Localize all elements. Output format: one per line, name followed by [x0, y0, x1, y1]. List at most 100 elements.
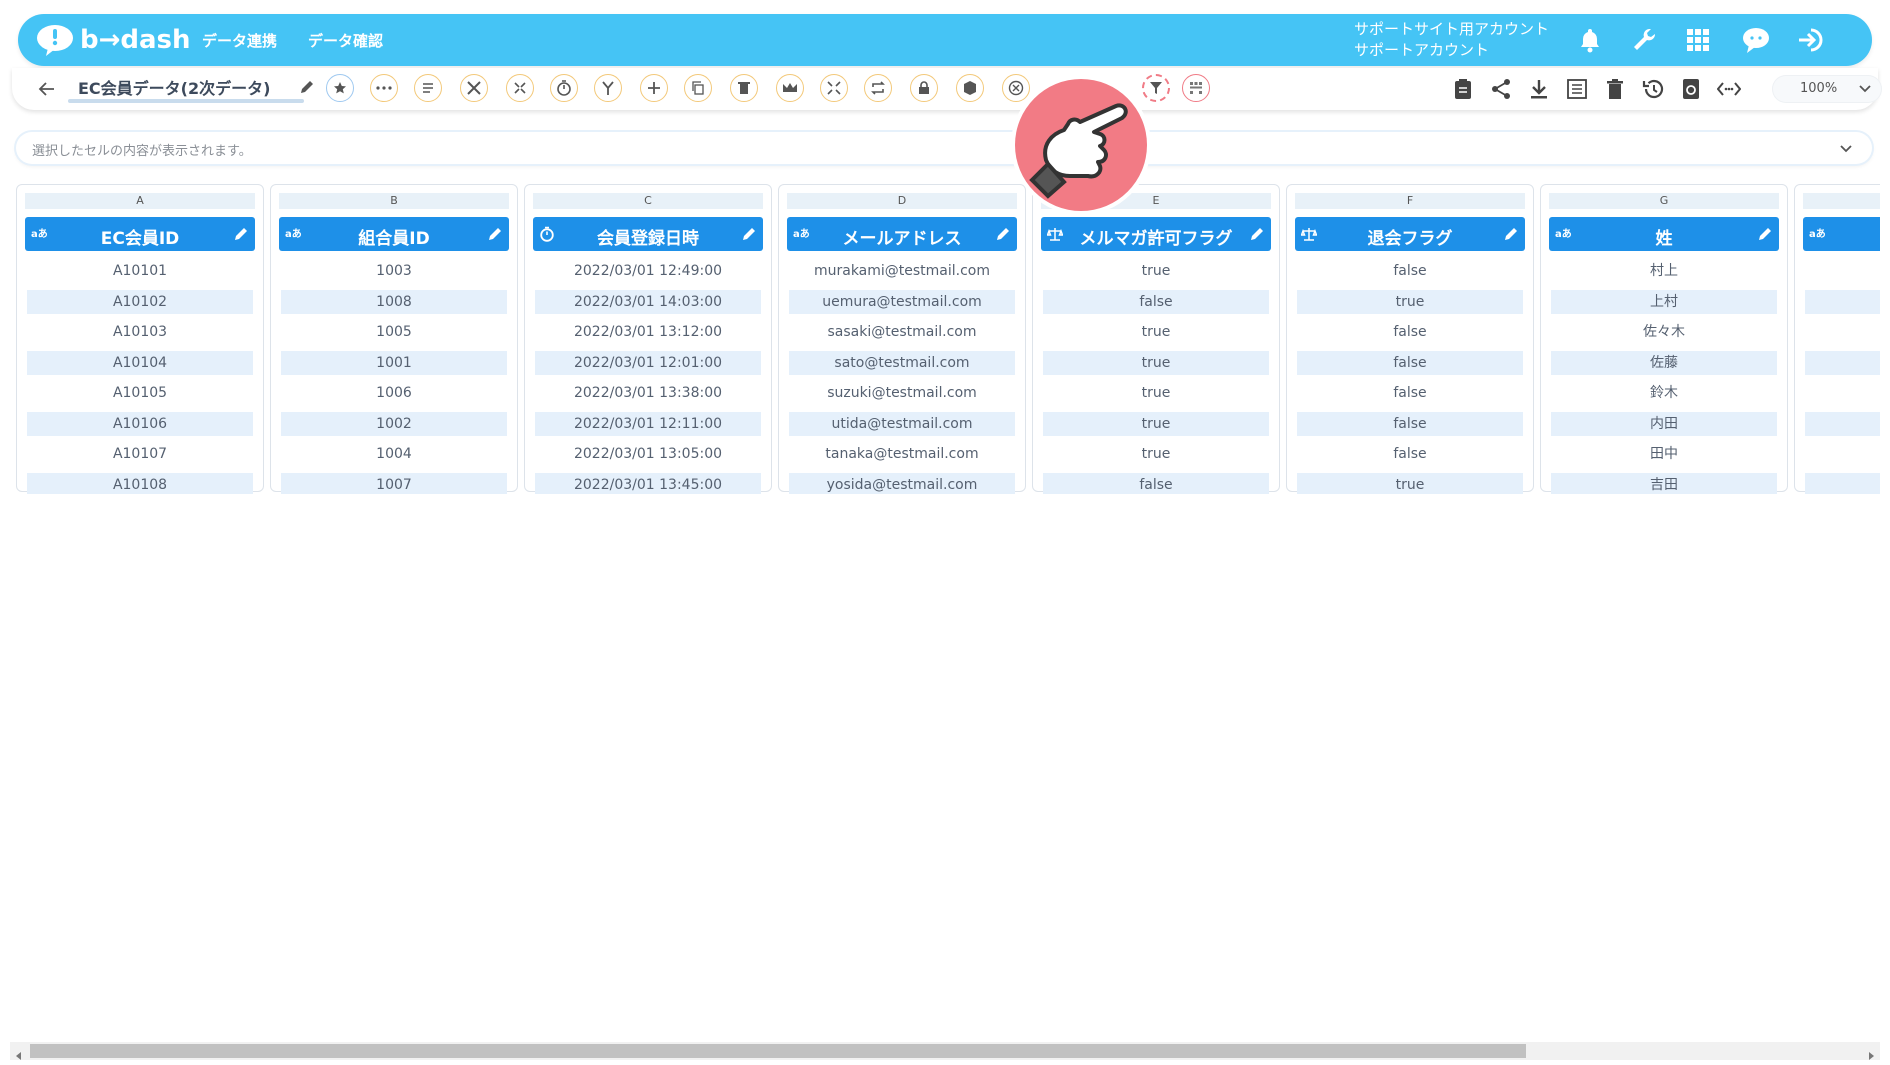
table-cell[interactable]: false	[1297, 411, 1523, 436]
more-dots-icon[interactable]	[370, 74, 398, 102]
bdash-logo[interactable]: b→dash	[36, 22, 191, 58]
code-embed-icon[interactable]	[1716, 76, 1742, 102]
table-cell[interactable]: utida@testmail.com	[789, 411, 1015, 436]
horizontal-scrollbar[interactable]	[10, 1042, 1880, 1060]
data-title[interactable]: EC会員データ(2次データ)	[78, 75, 270, 99]
table-cell[interactable]: 1005	[281, 320, 507, 344]
edit-pencil-icon[interactable]	[1757, 226, 1773, 242]
table-cell[interactable]: true	[1043, 320, 1269, 344]
scroll-right-arrow-icon[interactable]	[1866, 1046, 1876, 1060]
timer-icon[interactable]	[550, 74, 578, 102]
zoom-select[interactable]: 100%	[1772, 75, 1882, 103]
nav-data-check[interactable]: データ確認	[308, 30, 383, 51]
nav-data-link[interactable]: データ連携	[202, 30, 277, 51]
expand-icon[interactable]	[820, 74, 848, 102]
edit-pencil-icon[interactable]	[995, 226, 1011, 242]
table-cell[interactable]: 2022/03/01 12:01:00	[535, 350, 761, 375]
table-cell[interactable]	[1805, 350, 1880, 375]
table-cell[interactable]: yosida@testmail.com	[789, 472, 1015, 494]
column-header[interactable]: 会員登録日時	[533, 217, 763, 251]
edit-pencil-icon[interactable]	[1249, 226, 1265, 242]
table-cell[interactable]: 2022/03/01 13:12:00	[535, 320, 761, 344]
clipboard-icon[interactable]	[1450, 76, 1476, 102]
share-icon[interactable]	[1488, 76, 1514, 102]
column-letter[interactable]	[1803, 193, 1880, 209]
table-cell[interactable]: false	[1043, 289, 1269, 314]
column-letter[interactable]: F	[1295, 193, 1525, 209]
column-header[interactable]: 退会フラグ	[1295, 217, 1525, 251]
table-cell[interactable]: A10103	[27, 320, 253, 344]
table-cell[interactable]: false	[1297, 381, 1523, 405]
table-cell[interactable]: A10101	[27, 259, 253, 283]
table-cell[interactable]	[1805, 472, 1880, 494]
bell-icon[interactable]	[1574, 24, 1606, 56]
scrollbar-thumb[interactable]	[30, 1044, 1526, 1058]
add-plus-icon[interactable]	[640, 74, 668, 102]
refresh-doc-icon[interactable]	[1678, 76, 1704, 102]
table-cell[interactable]: 内田	[1551, 411, 1777, 436]
list-view-icon[interactable]	[1564, 76, 1590, 102]
table-cell[interactable]: true	[1043, 442, 1269, 466]
table-cell[interactable]: 2022/03/01 13:05:00	[535, 442, 761, 466]
table-cell[interactable]: false	[1043, 472, 1269, 494]
table-cell[interactable]: true	[1043, 411, 1269, 436]
table-cell[interactable]: A10104	[27, 350, 253, 375]
table-cell[interactable]	[1805, 411, 1880, 436]
trash-icon[interactable]	[730, 74, 758, 102]
scroll-left-arrow-icon[interactable]	[14, 1046, 24, 1060]
table-cell[interactable]: uemura@testmail.com	[789, 289, 1015, 314]
table-cell[interactable]: suzuki@testmail.com	[789, 381, 1015, 405]
table-cell[interactable]: 2022/03/01 13:38:00	[535, 381, 761, 405]
download-icon[interactable]	[1526, 76, 1552, 102]
column-header[interactable]: aあ	[1803, 217, 1880, 251]
table-cell[interactable]: 鈴木	[1551, 381, 1777, 405]
table-cell[interactable]: 田中	[1551, 442, 1777, 466]
table-cell[interactable]: true	[1297, 472, 1523, 494]
account-info[interactable]: サポートサイト用アカウント サポートアカウント	[1354, 19, 1549, 61]
table-cell[interactable]: true	[1043, 381, 1269, 405]
apps-grid-icon[interactable]	[1682, 24, 1714, 56]
column-letter[interactable]: A	[25, 193, 255, 209]
table-cell[interactable]: 村上	[1551, 259, 1777, 283]
table-cell[interactable]	[1805, 289, 1880, 314]
column-letter[interactable]: D	[787, 193, 1017, 209]
table-cell[interactable]: 2022/03/01 12:49:00	[535, 259, 761, 283]
table-cell[interactable]: true	[1297, 289, 1523, 314]
table-cell[interactable]: A10108	[27, 472, 253, 494]
lock-export-icon[interactable]	[910, 74, 938, 102]
split-merge-icon[interactable]	[506, 74, 534, 102]
box-package-icon[interactable]	[956, 74, 984, 102]
column-header[interactable]: aあ姓	[1549, 217, 1779, 251]
branch-merge-icon[interactable]	[594, 74, 622, 102]
column-header[interactable]: aあ EC会員ID	[25, 217, 255, 251]
table-cell[interactable]: A10105	[27, 381, 253, 405]
table-cell[interactable]: sato@testmail.com	[789, 350, 1015, 375]
delete-trash-icon[interactable]	[1602, 76, 1628, 102]
table-cell[interactable]: murakami@testmail.com	[789, 259, 1015, 283]
edit-pencil-icon[interactable]	[233, 226, 249, 242]
tools-cross-icon[interactable]	[460, 74, 488, 102]
table-cell[interactable]: A10102	[27, 289, 253, 314]
cell-content-bar[interactable]: 選択したセルの内容が表示されます。	[16, 132, 1872, 164]
back-arrow-icon[interactable]	[36, 78, 58, 100]
edit-title-pencil-icon[interactable]	[298, 78, 318, 98]
column-header[interactable]: メルマガ許可フラグ	[1041, 217, 1271, 251]
table-cell[interactable]: 2022/03/01 14:03:00	[535, 289, 761, 314]
table-cell[interactable]: A10106	[27, 411, 253, 436]
table-cell[interactable]: 佐藤	[1551, 350, 1777, 375]
chat-support-icon[interactable]	[1740, 24, 1772, 56]
column-letter[interactable]: B	[279, 193, 509, 209]
text-lines-icon[interactable]	[414, 74, 442, 102]
table-cell[interactable]: 1007	[281, 472, 507, 494]
copy-icon[interactable]	[684, 74, 712, 102]
edit-pencil-icon[interactable]	[741, 226, 757, 242]
table-cell[interactable]: 2022/03/01 12:11:00	[535, 411, 761, 436]
table-cell[interactable]: 1006	[281, 381, 507, 405]
chevron-down-icon[interactable]	[1838, 141, 1854, 157]
edit-pencil-icon[interactable]	[487, 226, 503, 242]
history-icon[interactable]	[1640, 76, 1666, 102]
favorite-star-icon[interactable]	[326, 74, 354, 102]
table-cell[interactable]: 上村	[1551, 289, 1777, 314]
table-cell[interactable]: 1003	[281, 259, 507, 283]
table-cell[interactable]: 1002	[281, 411, 507, 436]
